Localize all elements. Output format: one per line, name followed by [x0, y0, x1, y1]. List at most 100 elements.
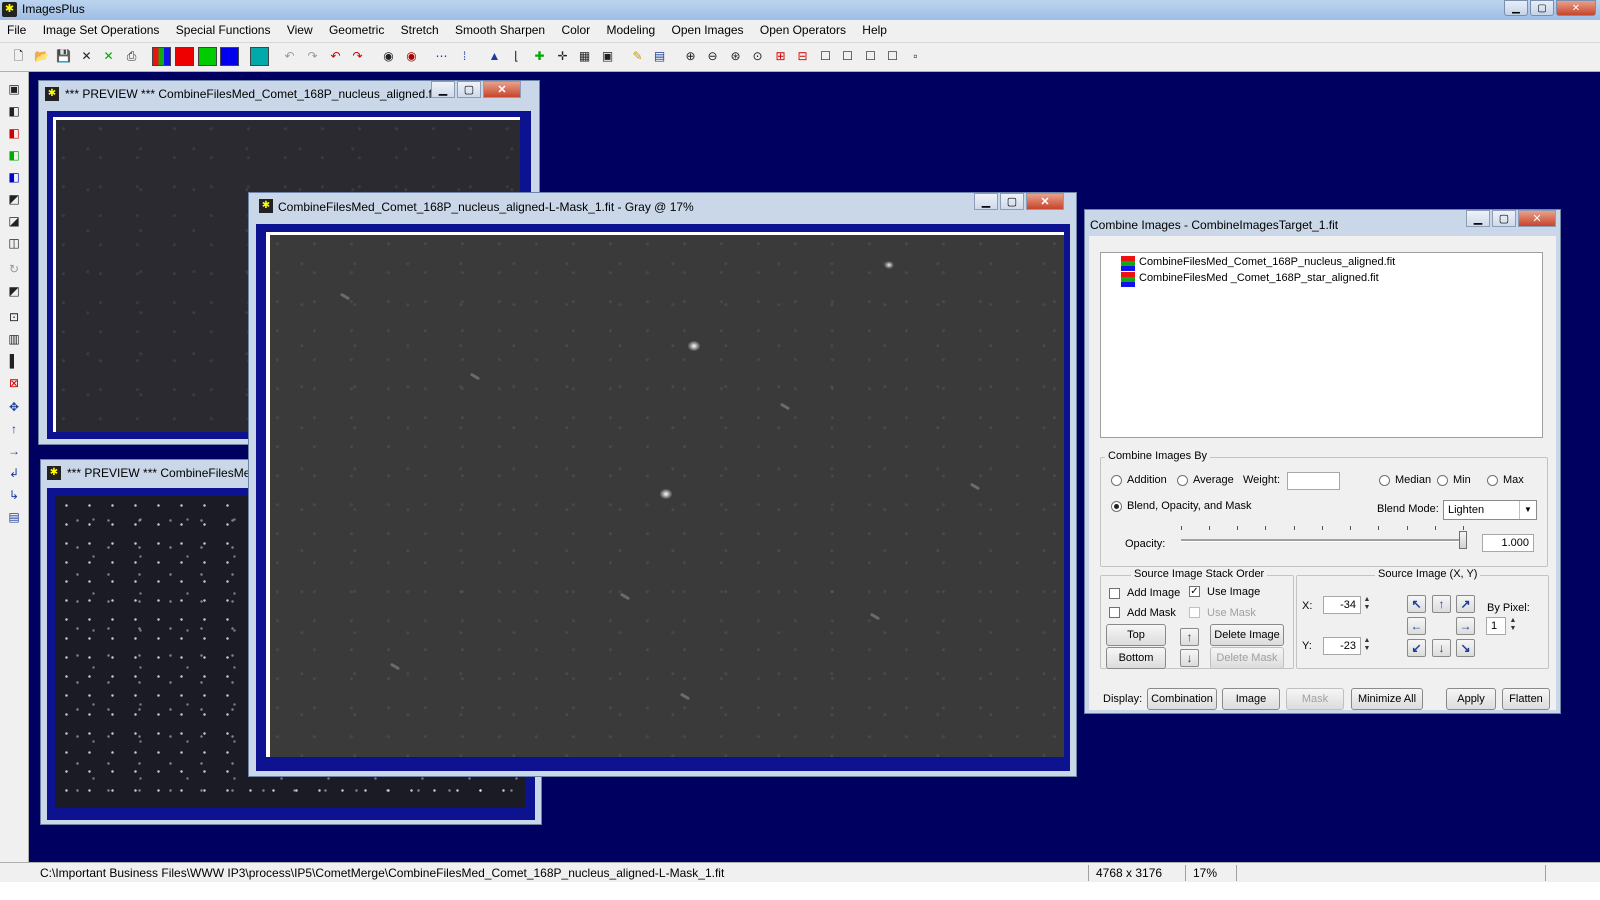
zoom-actual-icon[interactable]: ⊙: [748, 47, 767, 66]
menu-geometric[interactable]: Geometric: [322, 20, 390, 37]
frame-2-icon[interactable]: ☐: [838, 47, 857, 66]
pencil-icon[interactable]: ✎: [628, 47, 647, 66]
zoom-fit-icon[interactable]: ⊛: [726, 47, 745, 66]
invert-icon[interactable]: ◫: [5, 234, 23, 252]
document-icon[interactable]: ▤: [5, 508, 23, 526]
zoom-in-icon[interactable]: ⊕: [681, 47, 700, 66]
undo-icon[interactable]: ↶: [326, 47, 345, 66]
dotted-line-icon[interactable]: ⋯: [432, 47, 451, 66]
rotate-left-icon[interactable]: ↲: [5, 464, 23, 482]
comet-mask-image[interactable]: [266, 232, 1064, 757]
frame-4-icon[interactable]: ☐: [883, 47, 902, 66]
minimize-icon[interactable]: ▁: [974, 193, 998, 210]
blue-layer-icon[interactable]: ◧: [5, 168, 23, 186]
menu-file[interactable]: File: [0, 20, 32, 37]
by-pixel-field[interactable]: 1: [1486, 617, 1506, 635]
calculator-icon[interactable]: ▦: [575, 47, 594, 66]
mask-select-icon[interactable]: ⊠: [5, 374, 23, 392]
minimize-icon[interactable]: ▁: [1466, 210, 1490, 227]
layer-icon[interactable]: ◧: [5, 102, 23, 120]
dark-layer-icon[interactable]: ◩: [5, 190, 23, 208]
red-layer-icon[interactable]: ◧: [5, 124, 23, 142]
add-icon[interactable]: ⊞: [771, 47, 790, 66]
grid-icon[interactable]: ▤: [650, 47, 669, 66]
move-down-icon[interactable]: ↓: [1180, 649, 1199, 667]
maximize-icon[interactable]: ▢: [1492, 210, 1516, 227]
bars-icon[interactable]: ▥: [5, 330, 23, 348]
blue-channel-icon[interactable]: [220, 47, 239, 66]
alignment-icon[interactable]: ✛: [553, 47, 572, 66]
red-channel-icon[interactable]: [175, 47, 194, 66]
minimize-icon[interactable]: ▁: [1504, 0, 1528, 16]
arrow-left-icon[interactable]: ←: [1407, 617, 1426, 635]
select-box-icon[interactable]: ⊡: [5, 308, 23, 326]
median-radio[interactable]: [1379, 475, 1390, 486]
redo-icon[interactable]: ↷: [348, 47, 367, 66]
weight-field[interactable]: [1287, 472, 1340, 490]
print-icon[interactable]: ⎙: [122, 47, 141, 66]
circle-red-icon[interactable]: ◉: [402, 47, 421, 66]
arrow-up-icon[interactable]: ↑: [5, 420, 23, 438]
close-file-icon[interactable]: ✕: [77, 47, 96, 66]
menu-modeling[interactable]: Modeling: [599, 20, 661, 37]
zoom-out-icon[interactable]: ⊖: [703, 47, 722, 66]
new-file-icon[interactable]: 🗋: [9, 47, 28, 66]
image-button[interactable]: Image: [1222, 688, 1280, 710]
green-layer-icon[interactable]: ◧: [5, 146, 23, 164]
open-folder-icon[interactable]: 📂: [32, 47, 51, 66]
slider-thumb[interactable]: [1459, 531, 1467, 549]
menu-smooth-sharpen[interactable]: Smooth Sharpen: [448, 20, 551, 37]
delete-image-button[interactable]: Delete Image: [1210, 624, 1284, 646]
save-icon[interactable]: 💾: [54, 47, 73, 66]
gradient-icon[interactable]: ◩: [5, 282, 23, 300]
close-icon[interactable]: ✕: [1518, 210, 1556, 227]
add-image-checkbox[interactable]: [1109, 588, 1120, 599]
menu-help[interactable]: Help: [855, 20, 893, 37]
arrow-right-icon[interactable]: →: [1456, 617, 1475, 635]
apply-button[interactable]: Apply: [1446, 688, 1496, 710]
save-icon[interactable]: ▣: [5, 80, 23, 98]
min-radio[interactable]: [1437, 475, 1448, 486]
crosshair-icon[interactable]: ✚: [530, 47, 549, 66]
average-radio[interactable]: [1177, 475, 1188, 486]
redo-disabled-icon[interactable]: ↷: [303, 47, 322, 66]
maximize-icon[interactable]: ▢: [1000, 193, 1024, 210]
x-stepper[interactable]: ▲ ▼: [1361, 596, 1373, 614]
menu-color[interactable]: Color: [554, 20, 596, 37]
rotate-right-icon[interactable]: ↳: [5, 486, 23, 504]
menu-image-set-operations[interactable]: Image Set Operations: [36, 20, 166, 37]
histogram-icon[interactable]: ⁞: [455, 47, 474, 66]
close-all-icon[interactable]: ✕: [99, 47, 118, 66]
by-pixel-stepper[interactable]: ▲ ▼: [1507, 617, 1519, 635]
menu-open-operators[interactable]: Open Operators: [753, 20, 852, 37]
max-radio[interactable]: [1487, 475, 1498, 486]
opacity-slider[interactable]: [1181, 526, 1467, 552]
addition-radio[interactable]: [1111, 475, 1122, 486]
minimize-all-button[interactable]: Minimize All: [1351, 688, 1423, 710]
arrow-down-left-icon[interactable]: ↙: [1407, 639, 1426, 657]
close-icon[interactable]: ✕: [1026, 193, 1064, 210]
use-image-checkbox[interactable]: ✓: [1189, 586, 1200, 597]
menu-open-images[interactable]: Open Images: [665, 20, 750, 37]
rgb-channels-icon[interactable]: [152, 47, 171, 66]
lasso-icon[interactable]: ↻: [5, 260, 23, 278]
list-item[interactable]: CombineFilesMed _Comet_168P_star_aligned…: [1139, 272, 1379, 284]
menu-stretch[interactable]: Stretch: [394, 20, 445, 37]
maximize-icon[interactable]: ▢: [457, 81, 481, 98]
move-up-icon[interactable]: ↑: [1180, 628, 1199, 646]
flatten-button[interactable]: Flatten: [1502, 688, 1550, 710]
luminance-icon[interactable]: [250, 47, 269, 66]
circle-select-icon[interactable]: ◉: [379, 47, 398, 66]
menu-special-functions[interactable]: Special Functions: [169, 20, 277, 37]
arrow-down-right-icon[interactable]: ↘: [1456, 639, 1475, 657]
menu-view[interactable]: View: [280, 20, 319, 37]
blend-radio[interactable]: [1111, 501, 1122, 512]
y-stepper[interactable]: ▲ ▼: [1361, 637, 1373, 655]
top-button[interactable]: Top: [1106, 624, 1166, 646]
add-mask-checkbox[interactable]: [1109, 607, 1120, 618]
levels-icon[interactable]: ▲: [485, 47, 504, 66]
combination-button[interactable]: Combination: [1147, 688, 1217, 710]
frame-5-icon[interactable]: ▫: [906, 47, 925, 66]
maximize-icon[interactable]: ▢: [1530, 0, 1554, 16]
color-layer-icon[interactable]: ◪: [5, 212, 23, 230]
